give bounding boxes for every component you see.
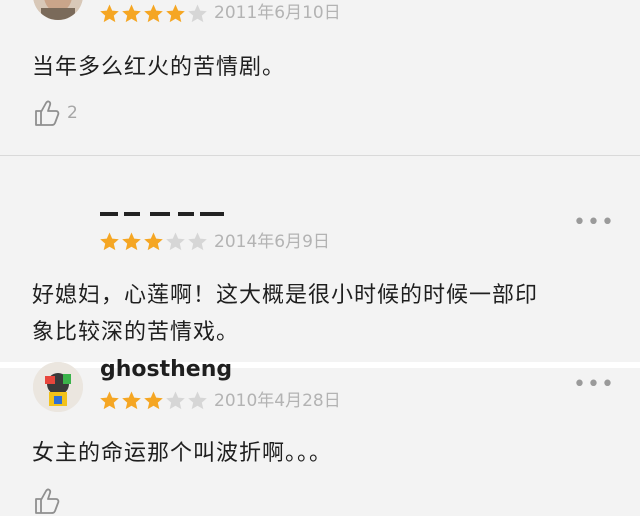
review-content: 女主的命运那个叫波折啊。。。 xyxy=(32,441,333,466)
obscured-name xyxy=(100,212,224,216)
star-filled-icon xyxy=(100,391,119,410)
user-name-obscured xyxy=(100,202,230,216)
rating-stars xyxy=(99,3,208,25)
like-button[interactable]: 2 xyxy=(33,98,78,128)
star-filled-icon xyxy=(100,232,119,251)
star-empty-icon xyxy=(188,391,207,410)
review-card-1: 2011年6月10日 当年多么红火的苦情剧。 2 xyxy=(0,0,640,155)
review-card-2: ••• 2014年6月9日 好媳妇，心莲啊！这大概是很小时候的时候一部印 象比较… xyxy=(0,156,640,362)
user-name[interactable]: ghostheng xyxy=(100,358,232,382)
review-date: 2011年6月10日 xyxy=(214,3,341,23)
review-card-3: ghostheng ••• 2010年4月28日 女主的命运那个叫波折啊。。。 xyxy=(0,358,640,514)
star-filled-icon xyxy=(144,4,163,23)
avatar[interactable] xyxy=(33,0,83,20)
star-empty-icon xyxy=(166,232,185,251)
star-empty-icon xyxy=(166,391,185,410)
review-content-line-1: 好媳妇，心莲啊！这大概是很小时候的时候一部印 xyxy=(32,283,539,308)
more-options-icon[interactable]: ••• xyxy=(573,212,615,234)
cartoon-avatar-icon xyxy=(33,362,83,412)
star-filled-icon xyxy=(144,232,163,251)
avatar[interactable] xyxy=(33,362,83,412)
more-options-icon[interactable]: ••• xyxy=(573,374,615,396)
star-filled-icon xyxy=(144,391,163,410)
star-filled-icon xyxy=(166,4,185,23)
star-filled-icon xyxy=(122,232,141,251)
rating-stars xyxy=(99,231,208,253)
star-filled-icon xyxy=(122,391,141,410)
like-count: 2 xyxy=(67,103,78,123)
star-empty-icon xyxy=(188,232,207,251)
star-empty-icon xyxy=(188,4,207,23)
review-content-line-2: 象比较深的苦情戏。 xyxy=(32,320,240,345)
review-date: 2010年4月28日 xyxy=(214,391,341,411)
like-button[interactable] xyxy=(33,486,63,516)
review-date: 2014年6月9日 xyxy=(214,232,330,252)
thumbs-up-icon xyxy=(35,488,60,514)
review-content: 当年多么红火的苦情剧。 xyxy=(32,55,286,80)
thumbs-up-icon xyxy=(35,100,60,126)
rating-stars xyxy=(99,390,208,412)
user-photo-icon xyxy=(33,0,83,20)
star-filled-icon xyxy=(122,4,141,23)
star-filled-icon xyxy=(100,4,119,23)
